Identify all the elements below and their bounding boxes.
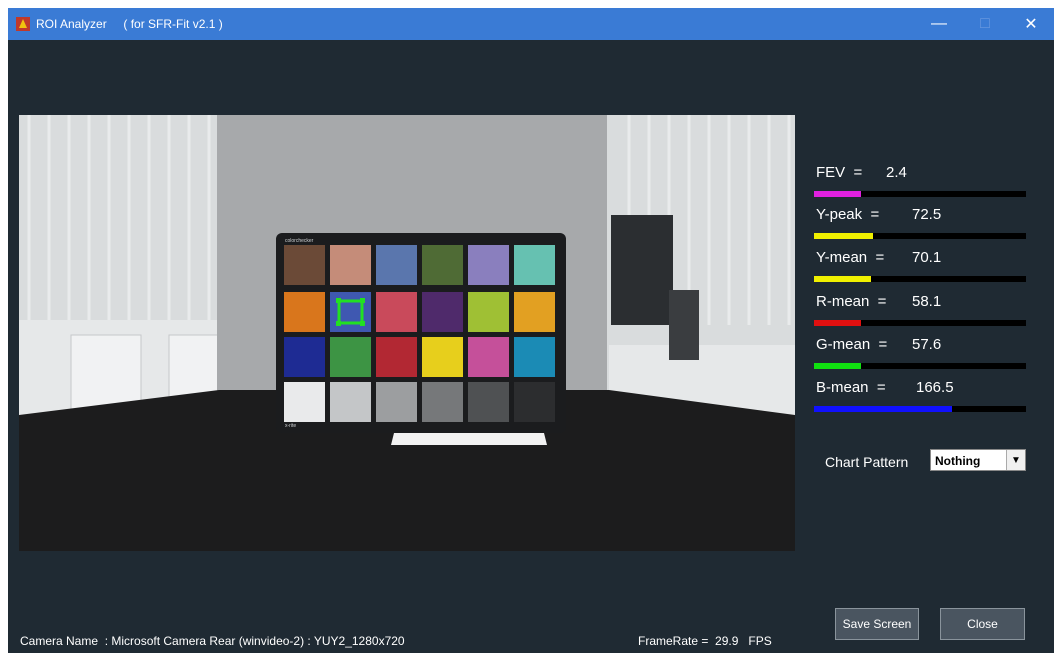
y-mean-label: Y-mean = — [816, 249, 885, 266]
y-peak-bar-track — [814, 233, 1026, 239]
save-screen-button[interactable]: Save Screen — [835, 608, 919, 640]
y-peak-label: Y-peak = — [816, 206, 880, 223]
b-mean-value: 166.5 — [916, 379, 954, 396]
y-mean-bar-track — [814, 276, 1026, 282]
matlab-app-icon — [16, 17, 30, 31]
window-title: ROI Analyzer ( for SFR-Fit v2.1 ) — [36, 17, 223, 31]
b-mean-bar-track — [814, 406, 1026, 412]
y-mean-bar-fill — [814, 276, 872, 282]
fev-label: FEV = — [816, 164, 863, 181]
chart-pattern-label: Chart Pattern — [825, 454, 909, 470]
fev-bar-fill — [814, 191, 861, 197]
fev-bar-track — [814, 191, 1026, 197]
g-mean-bar-track — [814, 363, 1026, 369]
roi-analyzer-window: ROI Analyzer ( for SFR-Fit v2.1 ) — □ ✕ — [8, 8, 1054, 653]
r-mean-bar-fill — [814, 320, 861, 326]
chart-pattern-selected: Nothing — [935, 454, 981, 468]
camera-preview[interactable]: colorchecker x-rite — [19, 115, 795, 551]
maximize-button[interactable]: □ — [962, 8, 1008, 40]
chevron-down-icon[interactable]: ▼ — [1006, 450, 1025, 470]
camera-frame-image: colorchecker x-rite — [19, 115, 795, 551]
fev-value: 2.4 — [886, 164, 907, 181]
b-mean-bar-fill — [814, 406, 952, 412]
g-mean-bar-fill — [814, 363, 861, 369]
g-mean-value: 57.6 — [912, 336, 942, 353]
framerate-status: FrameRate = 29.9 FPS — [638, 634, 772, 648]
r-mean-label: R-mean = — [816, 293, 887, 310]
title-bar[interactable]: ROI Analyzer ( for SFR-Fit v2.1 ) — □ ✕ — [8, 8, 1054, 40]
minimize-button[interactable]: — — [916, 8, 962, 40]
camera-name-status: Camera Name : Microsoft Camera Rear (win… — [20, 634, 405, 648]
r-mean-bar-track — [814, 320, 1026, 326]
chart-pattern-select[interactable]: Nothing ▼ — [930, 449, 1026, 471]
y-peak-value: 72.5 — [912, 206, 942, 223]
chart-bottom-text: x-rite — [285, 423, 296, 429]
chart-brand-text: colorchecker — [285, 238, 314, 244]
y-mean-value: 70.1 — [912, 249, 942, 266]
y-peak-bar-fill — [814, 233, 874, 239]
close-window-button[interactable]: ✕ — [1008, 8, 1054, 40]
close-button[interactable]: Close — [940, 608, 1025, 640]
b-mean-label: B-mean = — [816, 379, 886, 396]
r-mean-value: 58.1 — [912, 293, 942, 310]
g-mean-label: G-mean = — [816, 336, 888, 353]
